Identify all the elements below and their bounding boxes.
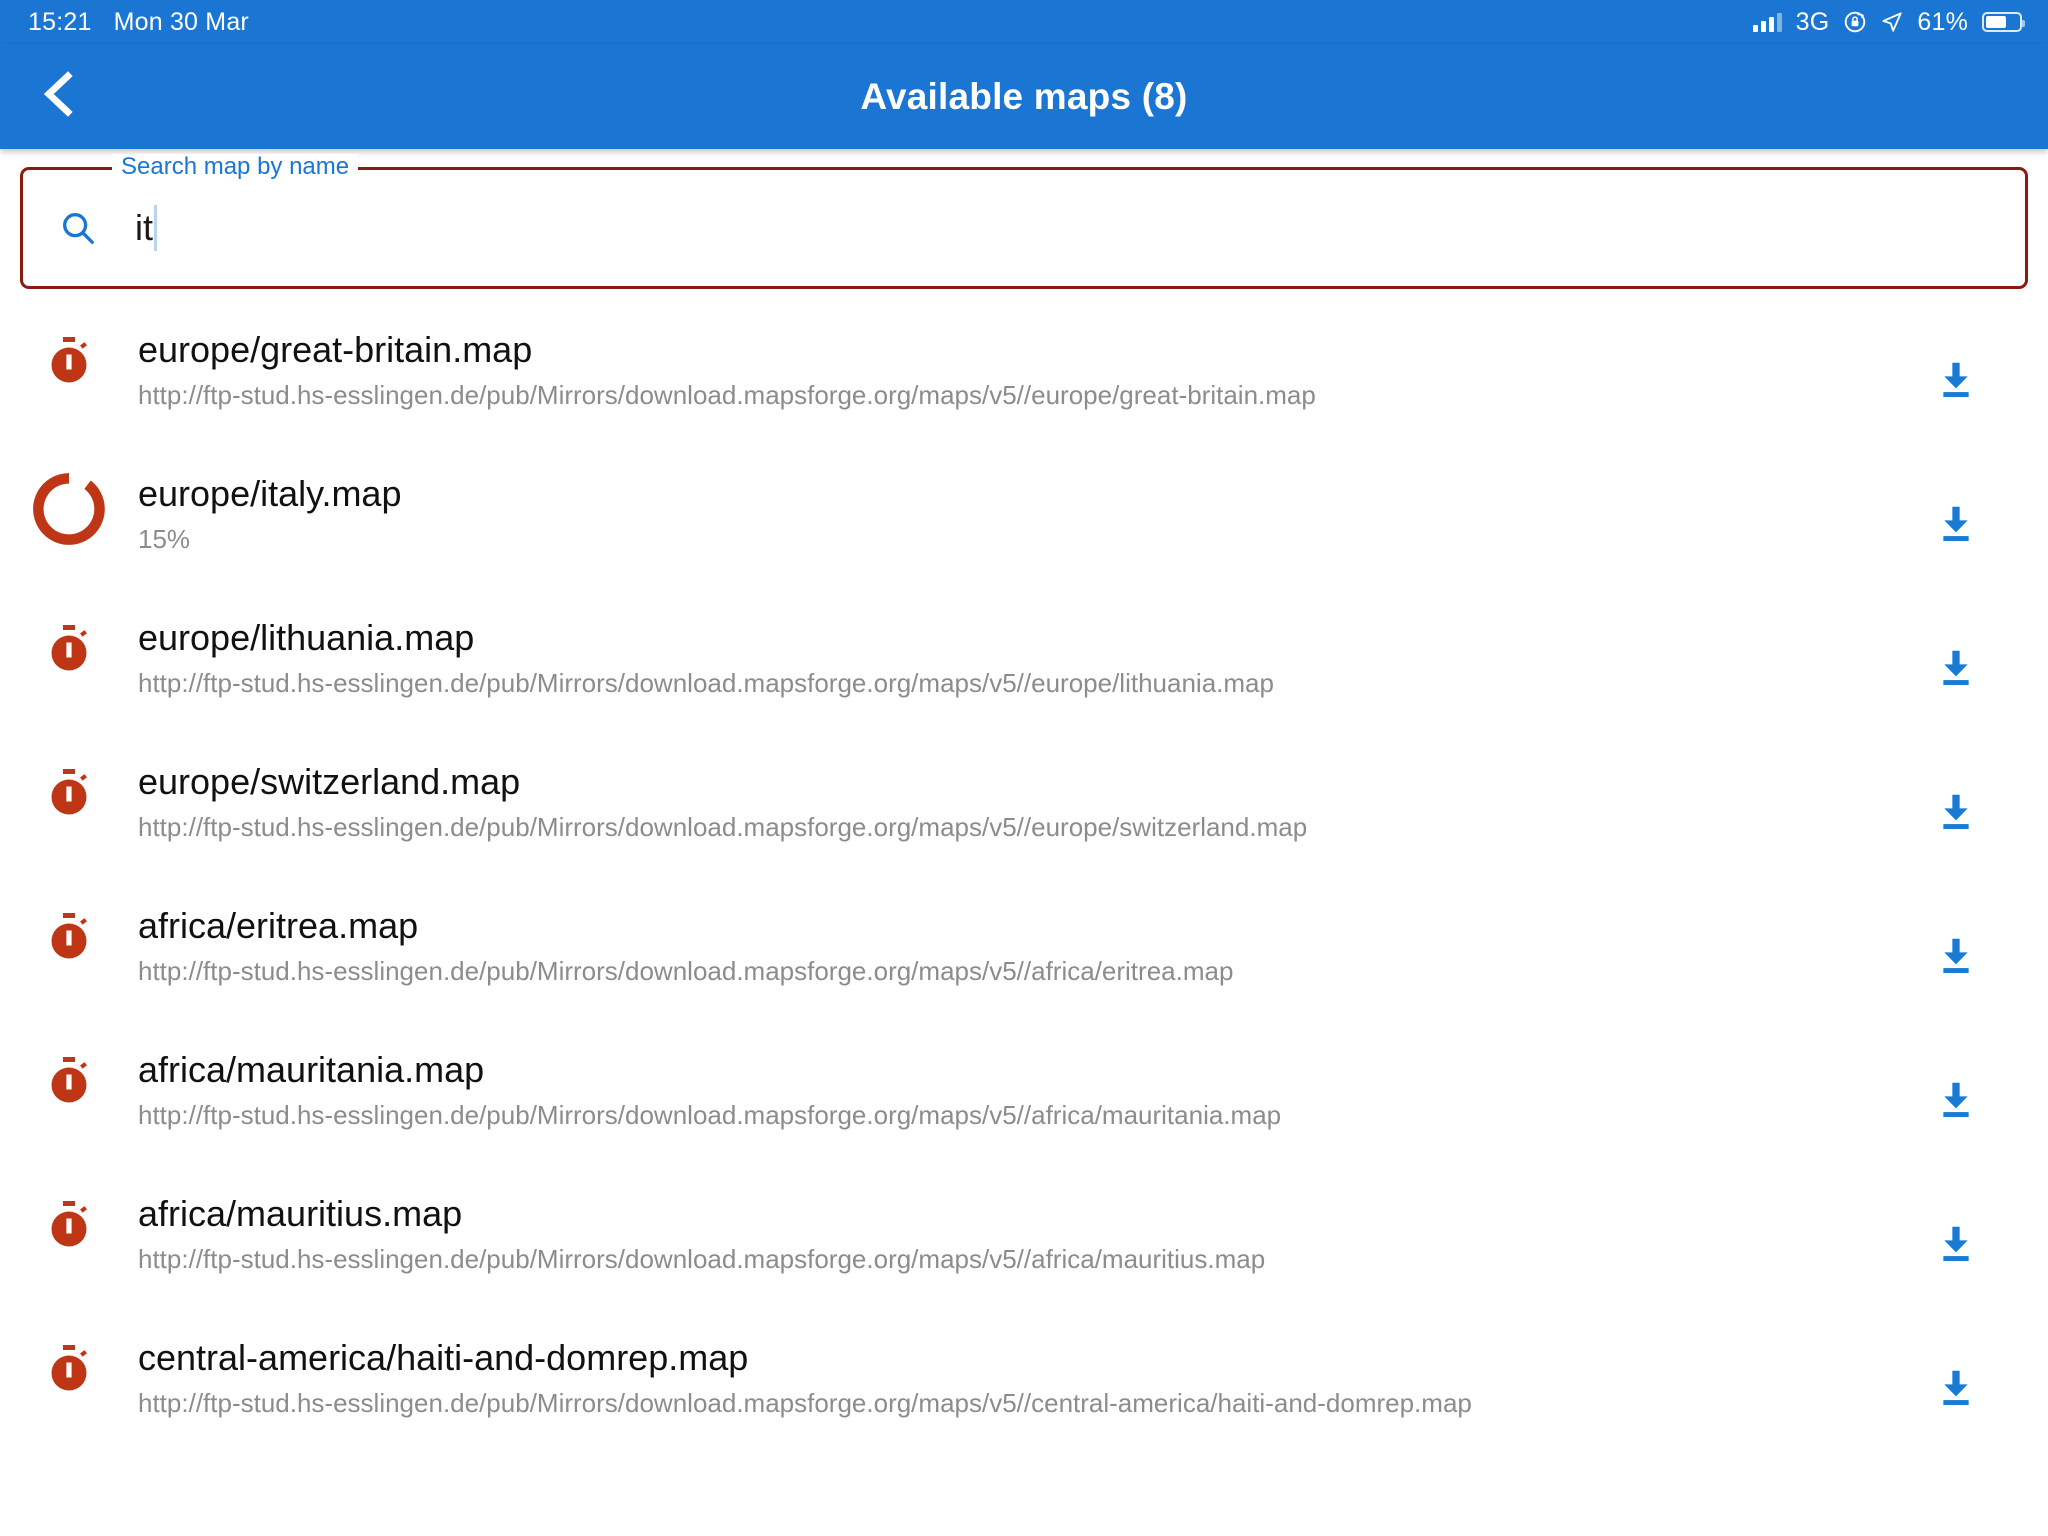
download-button[interactable]: [1890, 891, 2022, 979]
signal-bars-icon: [1752, 12, 1782, 32]
battery-icon: [1982, 12, 2025, 32]
download-icon: [1933, 933, 1979, 979]
page-title: Available maps (8): [860, 75, 1188, 117]
map-name: europe/lithuania.map: [138, 617, 475, 658]
stopwatch-icon: [46, 1345, 92, 1393]
table-row[interactable]: africa/mauritius.map http://ftp-stud.hs-…: [0, 1179, 2048, 1323]
table-row[interactable]: europe/lithuania.map http://ftp-stud.hs-…: [0, 603, 2048, 747]
stopwatch-icon: [46, 625, 92, 673]
download-button[interactable]: [1890, 1035, 2022, 1123]
stopwatch-icon: [46, 769, 92, 817]
download-button[interactable]: [1890, 315, 2022, 403]
map-url: http://ftp-stud.hs-esslingen.de/pub/Mirr…: [138, 812, 1308, 842]
table-row[interactable]: africa/eritrea.map http://ftp-stud.hs-es…: [0, 891, 2048, 1035]
row-status-icon: [0, 603, 138, 673]
map-name: africa/mauritania.map: [138, 1049, 485, 1090]
stopwatch-icon: [46, 1201, 92, 1249]
row-text: europe/great-britain.map http://ftp-stud…: [138, 315, 1890, 414]
download-icon: [1933, 1365, 1979, 1411]
download-icon: [1933, 1221, 1979, 1267]
search-icon: [59, 209, 97, 247]
map-url: http://ftp-stud.hs-esslingen.de/pub/Mirr…: [138, 1100, 1282, 1130]
download-icon: [1933, 1077, 1979, 1123]
row-status-icon: [0, 1035, 138, 1105]
download-button[interactable]: [1890, 1179, 2022, 1267]
download-progress-label: 15%: [138, 524, 191, 554]
row-status-icon: [0, 315, 138, 385]
stopwatch-icon: [46, 1057, 92, 1105]
download-button[interactable]: [1890, 459, 2022, 547]
table-row[interactable]: africa/mauritania.map http://ftp-stud.hs…: [0, 1035, 2048, 1179]
row-text: europe/italy.map 15%: [138, 459, 1890, 558]
status-bar: 15:21 Mon 30 Mar 3G 61%: [0, 0, 2048, 44]
location-arrow-icon: [1881, 11, 1903, 33]
text-cursor: [154, 205, 157, 251]
battery-percent-label: 61%: [1917, 7, 1968, 36]
progress-spinner-icon: [27, 467, 111, 551]
search-input[interactable]: it: [135, 207, 153, 249]
table-row[interactable]: central-america/haiti-and-domrep.map htt…: [0, 1323, 2048, 1467]
map-name: europe/great-britain.map: [138, 329, 533, 370]
row-text: europe/lithuania.map http://ftp-stud.hs-…: [138, 603, 1890, 702]
row-status-icon: [0, 1323, 138, 1393]
stopwatch-icon: [46, 337, 92, 385]
app-bar: Available maps (8): [0, 44, 2048, 149]
download-button[interactable]: [1890, 603, 2022, 691]
download-button[interactable]: [1890, 1323, 2022, 1411]
table-row[interactable]: europe/great-britain.map http://ftp-stud…: [0, 315, 2048, 459]
map-url: http://ftp-stud.hs-esslingen.de/pub/Mirr…: [138, 668, 1274, 698]
download-icon: [1933, 357, 1979, 403]
download-button[interactable]: [1890, 747, 2022, 835]
rotation-lock-icon: [1843, 10, 1867, 34]
map-name: africa/mauritius.map: [138, 1193, 463, 1234]
search-field-label: Search map by name: [112, 154, 359, 180]
row-status-icon: [0, 891, 138, 961]
table-row[interactable]: europe/italy.map 15%: [0, 459, 2048, 603]
row-status-icon: [0, 747, 138, 817]
map-url: http://ftp-stud.hs-esslingen.de/pub/Mirr…: [138, 1388, 1472, 1418]
search-field[interactable]: it: [20, 167, 2028, 289]
download-icon: [1933, 789, 1979, 835]
status-bar-left: 15:21 Mon 30 Mar: [28, 8, 249, 37]
stopwatch-icon: [46, 913, 92, 961]
download-icon: [1933, 645, 1979, 691]
status-bar-right: 3G 61%: [1752, 7, 2025, 37]
row-status-icon: [0, 1179, 138, 1249]
status-time: 15:21: [28, 7, 92, 36]
row-text: central-america/haiti-and-domrep.map htt…: [138, 1323, 1890, 1422]
row-text: europe/switzerland.map http://ftp-stud.h…: [138, 747, 1890, 846]
map-url: http://ftp-stud.hs-esslingen.de/pub/Mirr…: [138, 1244, 1266, 1274]
map-name: africa/eritrea.map: [138, 905, 419, 946]
row-status-icon: [0, 459, 138, 551]
map-name: europe/italy.map: [138, 473, 402, 514]
available-maps-list: europe/great-britain.map http://ftp-stud…: [0, 315, 2048, 1467]
row-text: africa/mauritania.map http://ftp-stud.hs…: [138, 1035, 1890, 1134]
map-url: http://ftp-stud.hs-esslingen.de/pub/Mirr…: [138, 956, 1234, 986]
network-type-label: 3G: [1795, 7, 1830, 36]
status-date: Mon 30 Mar: [113, 7, 249, 36]
table-row[interactable]: europe/switzerland.map http://ftp-stud.h…: [0, 747, 2048, 891]
map-url: http://ftp-stud.hs-esslingen.de/pub/Mirr…: [138, 380, 1316, 410]
map-name: central-america/haiti-and-domrep.map: [138, 1337, 749, 1378]
search-field-container[interactable]: Search map by name it: [20, 154, 2028, 289]
download-icon: [1933, 501, 1979, 547]
map-name: europe/switzerland.map: [138, 761, 521, 802]
row-text: africa/eritrea.map http://ftp-stud.hs-es…: [138, 891, 1890, 990]
row-text: africa/mauritius.map http://ftp-stud.hs-…: [138, 1179, 1890, 1278]
